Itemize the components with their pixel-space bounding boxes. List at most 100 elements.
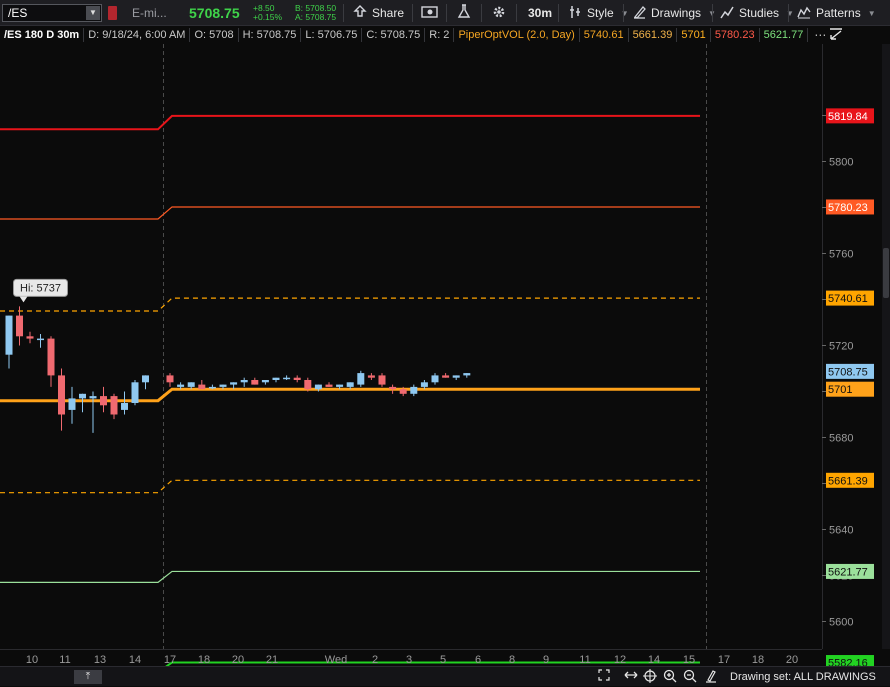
candle-body xyxy=(325,384,333,387)
share-icon xyxy=(353,4,367,22)
studies-icon xyxy=(720,5,734,22)
candle-body xyxy=(431,375,439,383)
zoom-out-icon[interactable] xyxy=(683,669,697,687)
share-button[interactable]: Share xyxy=(353,0,404,26)
candle-body xyxy=(16,315,23,337)
candle-body xyxy=(283,377,291,380)
zoom-in-icon[interactable] xyxy=(663,669,677,687)
x-tick-label: Wed xyxy=(325,654,347,666)
candle-body xyxy=(110,396,118,415)
crosshair-icon[interactable] xyxy=(643,669,657,687)
candle-body xyxy=(230,382,238,385)
settings-button[interactable] xyxy=(492,0,506,26)
candle-body xyxy=(142,375,149,383)
drawings-button[interactable]: Drawings ▼ xyxy=(633,0,716,26)
study-value-lower-dashed: 5661.39 xyxy=(629,28,678,42)
price-label-upper-dashed-text: 5740.61 xyxy=(828,293,868,305)
x-tick-label: 17 xyxy=(718,654,730,666)
candle-body xyxy=(131,382,139,403)
link-flag-icon[interactable] xyxy=(108,0,117,26)
candle-body xyxy=(240,380,248,383)
bar-low: L: 5706.75 xyxy=(301,28,363,42)
candle-body xyxy=(410,386,418,394)
snapshot-icon xyxy=(421,5,438,22)
net-change-percent: +0.15% xyxy=(253,12,283,22)
candle-body xyxy=(121,403,128,410)
candle xyxy=(131,380,139,406)
top-toolbar: /ES ▼ E-mi... 5708.75 +8.50 +0.15% B: 57… xyxy=(0,0,890,26)
bar-high: H: 5708.75 xyxy=(239,28,302,42)
patterns-label: Patterns xyxy=(816,6,861,20)
candle-body xyxy=(166,375,174,383)
bar-range: R: 2 xyxy=(425,28,455,42)
price-label-lower-dashed-text: 5661.39 xyxy=(828,475,868,487)
candle-body xyxy=(304,380,312,390)
candle-body xyxy=(442,375,450,378)
price-label-upper-band-2-text: 5819.84 xyxy=(828,111,868,123)
drawings-label: Drawings xyxy=(651,6,702,20)
candle-body xyxy=(314,384,322,390)
candle-body xyxy=(399,389,407,394)
gear-icon xyxy=(492,5,506,22)
candle-body xyxy=(336,384,344,387)
chevron-down-icon: ▼ xyxy=(620,8,629,18)
candle-body xyxy=(5,315,13,355)
expand-icon[interactable] xyxy=(598,669,610,685)
candle-body xyxy=(177,384,185,387)
chevron-down-icon[interactable]: ▼ xyxy=(86,6,100,20)
candle-body xyxy=(272,377,280,380)
flask-button[interactable] xyxy=(457,0,471,26)
candle-body xyxy=(367,375,375,378)
drawings-icon xyxy=(633,5,646,22)
symbol-input[interactable]: /ES ▼ xyxy=(2,4,102,22)
pan-icon[interactable] xyxy=(624,669,638,685)
studies-label: Studies xyxy=(739,6,780,20)
x-tick-label: 14 xyxy=(129,654,141,666)
study-value-upper-band: 5780.23 xyxy=(711,28,760,42)
time-scroll-handle[interactable]: ⤒ xyxy=(74,670,102,684)
candle-body xyxy=(251,380,259,385)
drawing-set-icon[interactable] xyxy=(705,669,717,687)
candle-body xyxy=(346,382,354,387)
candle-body xyxy=(389,386,397,390)
bar-open: O: 5708 xyxy=(190,28,239,42)
study-name[interactable]: PiperOptVOL (2.0, Day) xyxy=(454,28,580,42)
candle-body xyxy=(378,375,386,385)
vertical-scrollbar[interactable] xyxy=(882,44,890,649)
drawing-set-label[interactable]: Drawing set: ALL DRAWINGS xyxy=(730,670,876,684)
candle-body xyxy=(219,384,227,387)
x-tick-label: 20 xyxy=(786,654,798,666)
price-label-mid-line-text: 5701 xyxy=(828,384,852,396)
timeframe-label: 30m xyxy=(528,6,553,20)
snapshot-button[interactable] xyxy=(421,0,438,26)
candle-body xyxy=(47,338,55,376)
candle-body xyxy=(58,375,65,415)
x-tick-label: 18 xyxy=(752,654,764,666)
style-button[interactable]: Style ▼ xyxy=(569,0,629,26)
candle-body xyxy=(261,380,269,383)
y-tick-label: 5720 xyxy=(829,341,853,353)
candle-body xyxy=(357,373,365,385)
y-tick-label: 5760 xyxy=(829,249,853,261)
chart-header: /ES 180 D 30m D: 9/18/24, 6:00 AM O: 570… xyxy=(0,26,826,44)
collapse-icon[interactable] xyxy=(826,27,846,43)
studies-button[interactable]: Studies ▼ xyxy=(720,0,794,26)
scrollbar-thumb[interactable] xyxy=(883,248,889,298)
x-tick-label: 9 xyxy=(543,654,549,666)
price-chart[interactable]: Hi: 5737 5580560056205640566056805700572… xyxy=(0,44,882,666)
patterns-button[interactable]: Patterns ▼ xyxy=(797,0,876,26)
x-tick-label: 11 xyxy=(579,654,590,666)
last-price: 5708.75 xyxy=(189,5,240,21)
chart-title: /ES 180 D 30m xyxy=(0,28,85,42)
price-label-lower-band-1-text: 5621.77 xyxy=(828,566,868,578)
study-value-lower-band: 5621.77 xyxy=(760,28,809,42)
candle-body xyxy=(208,386,216,389)
instrument-name: E-mi... xyxy=(132,6,167,20)
x-tick-label: 21 xyxy=(266,654,278,666)
patterns-icon xyxy=(797,5,811,22)
share-label: Share xyxy=(372,6,405,20)
candle xyxy=(357,370,365,387)
x-tick-label: 14 xyxy=(648,654,660,666)
x-tick-label: 11 xyxy=(59,654,70,666)
timeframe-button[interactable]: 30m xyxy=(528,0,552,26)
